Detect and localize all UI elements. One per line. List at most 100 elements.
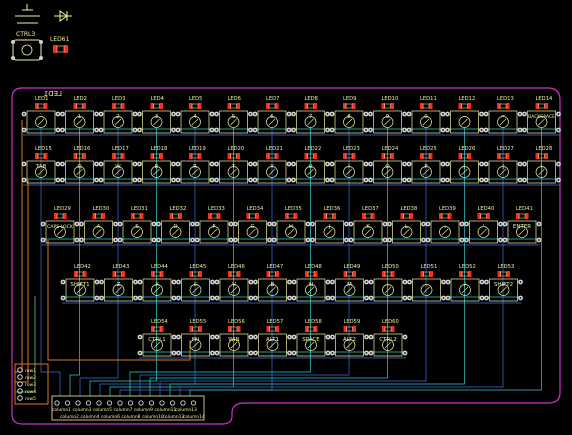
key-switch[interactable]: LED57 ALT1 [253, 319, 292, 357]
column-header-pin[interactable] [117, 400, 123, 406]
key-switch[interactable]: LED51. [407, 264, 446, 302]
column-header-pin[interactable] [96, 400, 102, 406]
column-header-pin[interactable] [190, 400, 197, 406]
led-pad [237, 271, 241, 277]
key-switch[interactable]: LED11 0 [406, 96, 446, 134]
key-label: , [387, 282, 389, 288]
column-header-pin[interactable] [85, 400, 92, 406]
key-switch[interactable]: LED15 TAB [21, 146, 61, 184]
led61-footprint[interactable]: LED61 [50, 36, 70, 53]
key-switch[interactable]: LED33 F [194, 206, 234, 244]
key-switch[interactable]: LED4 3 [137, 96, 176, 134]
key-switch[interactable]: LED2 1 [60, 96, 99, 134]
key-switch[interactable]: LED23 I [329, 146, 369, 184]
key-switch[interactable]: LED16 Q [60, 146, 99, 184]
led-ref-label: LED22 [305, 146, 322, 152]
key-label: TAB [35, 164, 47, 170]
key-switch[interactable]: LED38L [387, 206, 426, 244]
key-switch[interactable]: LED40 ' [464, 206, 503, 244]
key-switch[interactable]: LED54 CTRL1 [137, 319, 177, 357]
key-label: 5 [232, 114, 236, 120]
key-switch[interactable]: LED55 FN [176, 319, 215, 357]
column-header-pin[interactable] [169, 400, 176, 406]
key-switch[interactable]: LED12 - [445, 96, 484, 134]
led-pad [275, 271, 279, 277]
key-switch[interactable]: LED52 / [445, 264, 485, 302]
key-switch[interactable]: LED30 A [79, 206, 118, 244]
led-ref-label: LED4 [151, 96, 165, 102]
led-pad [160, 326, 164, 332]
key-label: = [501, 114, 506, 120]
key-switch[interactable]: LED20 T [214, 146, 253, 184]
led-pad [159, 153, 163, 159]
column-header-pin[interactable] [148, 400, 155, 406]
key-switch[interactable]: LED50, [368, 264, 408, 302]
key-label: FN [192, 337, 199, 343]
key-switch[interactable]: LED13 = [483, 96, 523, 134]
column-header-pin[interactable] [75, 400, 81, 406]
led-pad [121, 271, 125, 277]
key-switch[interactable]: LED48 N [291, 264, 331, 302]
key-label: CTRL1 [148, 337, 166, 343]
row-header-pin[interactable]: row2 [17, 374, 36, 381]
column-header-pin[interactable] [159, 400, 165, 406]
key-switch[interactable]: LED27] [483, 146, 523, 184]
key-switch[interactable]: LED21 Y [252, 146, 292, 184]
led-pad [429, 271, 433, 277]
key-switch[interactable]: LED17 W [98, 146, 138, 184]
key-switch[interactable]: LED43 Z [99, 264, 138, 302]
led-pad [83, 271, 87, 277]
row-header-pin[interactable]: row3 [17, 381, 36, 388]
key-switch[interactable]: LED24 O [368, 146, 407, 184]
column-header-pin[interactable] [64, 400, 71, 406]
key-switch[interactable]: LED31 S [117, 206, 157, 244]
key-switch[interactable]: LED49 M [330, 264, 369, 302]
key-switch[interactable]: LED6 5 [214, 96, 253, 134]
key-switch[interactable]: LED39; [425, 206, 465, 244]
key-switch[interactable]: LED5 4 [175, 96, 215, 134]
key-switch[interactable]: LED19 R [175, 146, 215, 184]
column-header-pin[interactable] [54, 400, 60, 406]
ctrl3-footprint[interactable]: CTRL3 [11, 31, 43, 61]
led-ref-label: LED31 [131, 206, 148, 212]
key-switch[interactable]: LED37 K [348, 206, 388, 244]
key-switch[interactable]: LED42 SHIFT1 [60, 264, 100, 302]
key-switch[interactable]: LED44 X [137, 264, 177, 302]
key-switch[interactable]: LED14 BACKSPACE [522, 96, 561, 134]
column-header[interactable]: column1 column3 column5 column7 column9 colum… [51, 395, 205, 421]
column-header-pin[interactable] [180, 400, 186, 406]
key-switch[interactable]: LED56 WIN [214, 319, 254, 357]
key-switch[interactable]: LED7 6 [252, 96, 292, 134]
key-switch[interactable]: LED36 J [310, 206, 349, 244]
key-switch[interactable]: LED59 ALT2 [330, 319, 369, 357]
key-switch[interactable]: LED28 \ [522, 146, 561, 184]
key-switch[interactable]: LED9 8 [329, 96, 369, 134]
key-switch[interactable]: LED32 D [156, 206, 195, 244]
row-header-pin[interactable]: row1 [17, 367, 36, 374]
key-switch[interactable]: LED60 CTRL2 [368, 319, 408, 357]
key-switch[interactable]: LED26 [ [445, 146, 484, 184]
led-ref-label: LED34 [247, 206, 264, 212]
led-pad [352, 153, 356, 159]
row-header-pin[interactable]: row5 [17, 395, 36, 402]
column-header-pin[interactable] [138, 400, 144, 406]
key-switch[interactable]: LED34 G [233, 206, 272, 244]
key-switch[interactable]: LED29 CAPS LOCK [40, 206, 80, 244]
key-switch[interactable]: LED47 B [253, 264, 292, 302]
column-header-pin[interactable] [106, 400, 113, 406]
key-switch[interactable]: LED45 C [176, 264, 215, 302]
key-switch[interactable]: LED22 U [291, 146, 330, 184]
key-switch[interactable]: LED1 ` [21, 96, 61, 134]
key-switch[interactable]: LED35 H [271, 206, 311, 244]
key-switch[interactable]: LED18 E [137, 146, 176, 184]
key-switch[interactable]: LED3 2 [98, 96, 138, 134]
key-switch[interactable]: LED53 SHIFT2 [484, 264, 523, 302]
key-switch[interactable]: LED41 ENTER [502, 206, 542, 244]
key-switch[interactable]: LED46 V [214, 264, 254, 302]
row-header[interactable]: row1row2row3row4row5 [14, 363, 49, 405]
column-header-pin[interactable] [127, 400, 134, 406]
key-switch[interactable]: LED58 SPACE [291, 319, 331, 357]
key-switch[interactable]: LED8 7 [291, 96, 330, 134]
key-switch[interactable]: LED10 9 [368, 96, 407, 134]
key-switch[interactable]: LED25P [406, 146, 446, 184]
